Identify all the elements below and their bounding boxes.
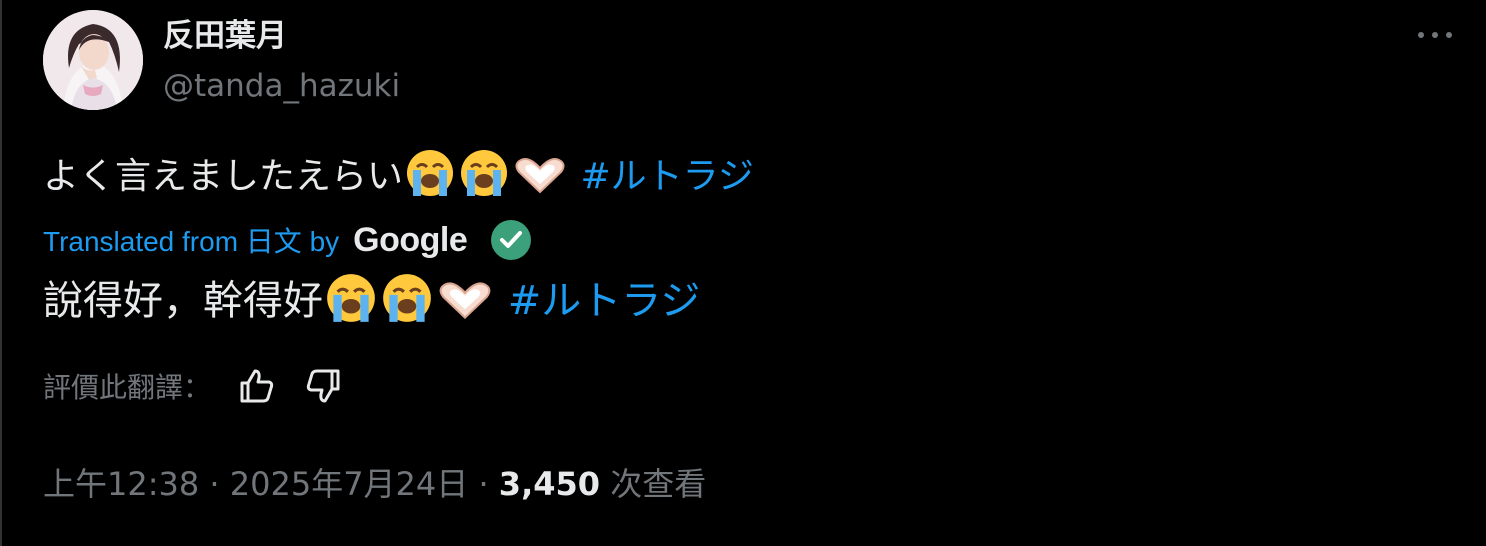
heart-hands-icon — [435, 276, 495, 339]
rate-translation: 評價此翻譯： — [43, 362, 343, 410]
hashtag-link[interactable]: #ルトラジ — [580, 156, 753, 197]
translation-body: 說得好，幹得好 — [43, 278, 323, 324]
left-border — [0, 0, 2, 546]
tweet-text: よく言えましたえらい #ルトラジ — [43, 148, 754, 213]
avatar[interactable] — [43, 10, 143, 110]
thumbs-down-icon[interactable] — [303, 366, 343, 406]
translation-attribution: Translated from 日文 by Google — [43, 218, 532, 262]
user-handle[interactable]: @tanda_hazuki — [163, 64, 400, 108]
tweet-date[interactable]: 2025年7月24日 — [230, 465, 469, 503]
loudly-crying-face-icon — [457, 148, 511, 213]
more-icon[interactable] — [1416, 22, 1456, 46]
views-label: 次查看 — [610, 465, 707, 503]
meta-separator: · — [199, 465, 230, 503]
tweet-body: よく言えましたえらい — [43, 156, 404, 197]
meta-separator: · — [468, 465, 499, 503]
hashtag-link[interactable]: #ルトラジ — [508, 278, 701, 324]
loudly-crying-face-icon — [379, 272, 435, 339]
loudly-crying-face-icon — [403, 148, 457, 213]
tweet-time[interactable]: 上午12:38 — [43, 465, 199, 503]
tweet-meta: 上午12:38 · 2025年7月24日 · 3,450 次查看 — [43, 460, 706, 508]
views-count: 3,450 — [498, 465, 601, 503]
loudly-crying-face-icon — [323, 272, 379, 339]
translated-text: 說得好，幹得好 #ルトラジ — [43, 272, 700, 339]
google-logo: Google — [353, 220, 468, 259]
translated-from-link[interactable]: Translated from 日文 by — [43, 220, 339, 260]
display-name[interactable]: 反田葉月 — [163, 14, 287, 58]
heart-hands-icon — [511, 152, 569, 213]
thumbs-up-icon[interactable] — [237, 366, 277, 406]
check-circle-icon — [491, 220, 532, 260]
rate-label: 評價此翻譯： — [43, 371, 212, 404]
